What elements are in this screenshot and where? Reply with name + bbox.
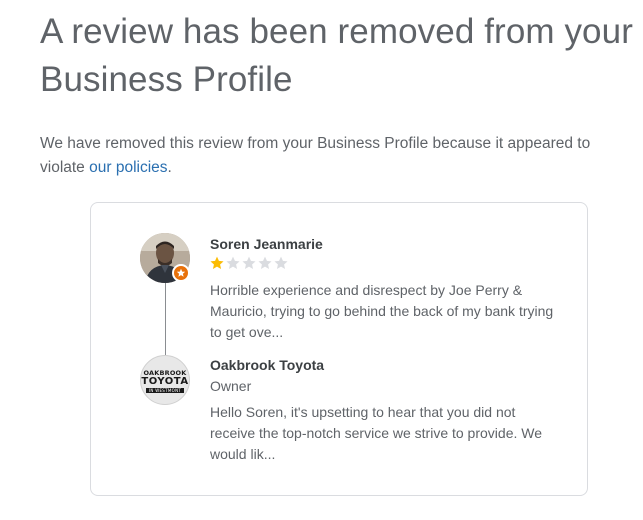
policies-link[interactable]: our policies xyxy=(89,159,167,176)
page-title: A review has been removed from your Busi… xyxy=(40,12,633,99)
reviewer-name: Soren Jeanmarie xyxy=(210,236,323,252)
star-rating xyxy=(209,255,289,275)
owner-role-label: Owner xyxy=(210,378,252,394)
local-guide-badge xyxy=(172,264,190,282)
removal-notice-end: . xyxy=(167,159,172,176)
star-empty-icon xyxy=(258,256,272,269)
business-logo: OAKBROOK TOYOTA IN WESTMONT xyxy=(140,355,190,405)
thread-connector xyxy=(165,283,166,355)
star-filled-icon xyxy=(210,256,224,269)
review-card: Soren Jeanmarie Horrible experience and … xyxy=(90,202,588,496)
business-name: Oakbrook Toyota xyxy=(210,357,325,373)
local-guide-star-icon xyxy=(176,268,186,277)
logo-line-3: IN WESTMONT xyxy=(145,388,185,393)
star-empty-icon xyxy=(226,256,240,269)
owner-reply-text: Hello Soren, it's upsetting to hear that… xyxy=(210,404,543,462)
logo-line-2: TOYOTA xyxy=(141,376,189,387)
star-empty-icon xyxy=(242,256,256,269)
review-text: Horrible experience and disrespect by Jo… xyxy=(210,282,554,340)
removal-notice: We have removed this review from your Bu… xyxy=(40,132,630,180)
star-empty-icon xyxy=(274,256,288,269)
